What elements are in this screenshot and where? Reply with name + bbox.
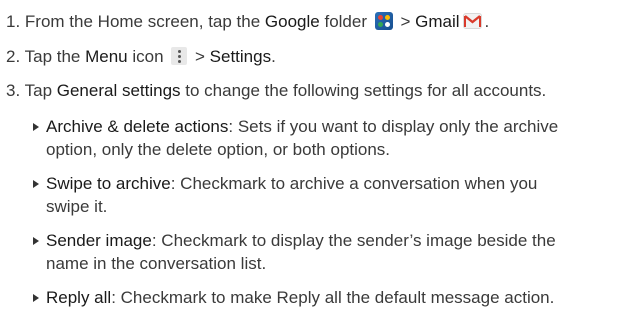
list-item-description: : Checkmark to make Reply all the defaul… <box>111 288 555 307</box>
step-1: 1. From the Home screen, tap the Google … <box>6 11 489 33</box>
step-keyword-general-settings: General settings <box>56 81 181 100</box>
step-2: 2. Tap the Menu icon > Settings. <box>6 46 276 68</box>
menu-icon <box>171 47 188 65</box>
list-item-text: Reply all: Checkmark to make Reply all t… <box>33 286 623 309</box>
list-item-description-continued: name in the conversation list. <box>46 254 267 273</box>
step-number: 3. <box>6 81 21 100</box>
step-text: icon <box>127 47 169 66</box>
list-item-description-continued: swipe it. <box>46 197 108 216</box>
step-text: . <box>271 47 276 66</box>
gmail-icon <box>462 13 482 29</box>
step-text: Tap the <box>24 47 86 66</box>
list-item-term: Sender image <box>46 231 152 250</box>
step-keyword-settings: Settings <box>209 47 272 66</box>
google-folder-icon <box>374 12 393 30</box>
list-item-description: : Checkmark to display the sender’s imag… <box>151 231 556 250</box>
list-item-term: Swipe to archive <box>46 174 171 193</box>
step-text: folder <box>319 12 372 31</box>
bullet-arrow-icon <box>33 237 39 245</box>
list-item-text: Archive & delete actions: Sets if you wa… <box>33 115 623 138</box>
step-keyword-menu: Menu <box>85 47 128 66</box>
step-3: 3. Tap General settings to change the fo… <box>6 80 546 102</box>
bullet-arrow-icon <box>33 294 39 302</box>
list-item: Archive & delete actions: Sets if you wa… <box>33 115 623 161</box>
list-item: Swipe to archive: Checkmark to archive a… <box>33 172 623 218</box>
list-item-text: Swipe to archive: Checkmark to archive a… <box>33 172 623 195</box>
bullet-arrow-icon <box>33 123 39 131</box>
step-text: . <box>484 12 490 31</box>
list-item: Reply all: Checkmark to make Reply all t… <box>33 286 623 309</box>
list-item-description: : Checkmark to archive a conversation wh… <box>170 174 538 193</box>
step-text: From the Home screen, tap the <box>24 12 265 31</box>
list-item-description: : Sets if you want to display only the a… <box>228 117 559 136</box>
list-item-term: Reply all <box>46 288 112 307</box>
step-text: > <box>395 12 416 31</box>
step-number: 2. <box>6 47 21 66</box>
list-item: Sender image: Checkmark to display the s… <box>33 229 623 275</box>
step-keyword-gmail: Gmail <box>415 12 460 31</box>
step-text: Tap <box>24 81 57 100</box>
list-item-description-continued: option, only the delete option, or both … <box>46 140 391 159</box>
step-number: 1. <box>6 12 21 31</box>
step-text: > <box>190 47 210 66</box>
bullet-arrow-icon <box>33 180 39 188</box>
step-keyword-google: Google <box>264 12 320 31</box>
list-item-term: Archive & delete actions <box>46 117 229 136</box>
list-item-text: Sender image: Checkmark to display the s… <box>33 229 623 252</box>
step-text: to change the following settings for all… <box>180 81 547 100</box>
